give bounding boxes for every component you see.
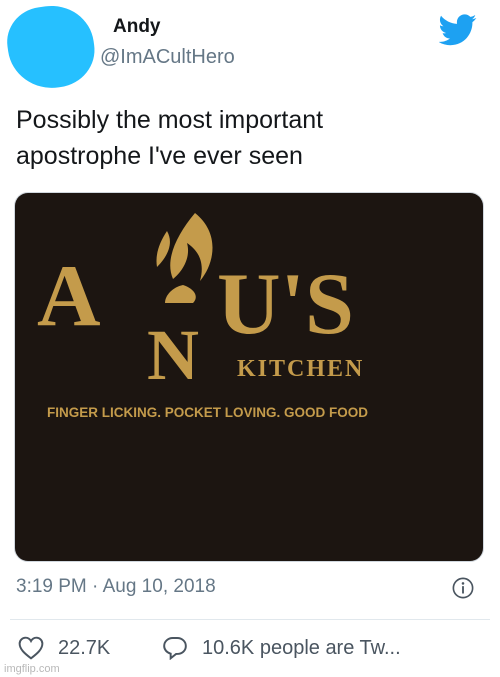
author-name[interactable]: Andy: [113, 16, 161, 38]
imgflip-watermark: imgflip.com: [4, 663, 60, 675]
sign-letters-us: U'S: [217, 256, 354, 353]
tweet-timestamp[interactable]: 3:19 PM · Aug 10, 2018: [16, 576, 216, 598]
like-count: 22.7K: [58, 636, 111, 659]
author-handle[interactable]: @ImACultHero: [100, 46, 235, 69]
sign-letter-a: A: [37, 248, 101, 345]
avatar[interactable]: [2, 0, 100, 94]
sign-letter-n: N: [147, 315, 199, 395]
speech-bubble-icon: [163, 637, 187, 660]
twitter-bird-icon: [439, 14, 477, 46]
info-icon[interactable]: [452, 577, 474, 599]
conversation-count: 10.6K people are Tw...: [202, 636, 401, 659]
tweet-line-2: apostrophe I've ever seen: [16, 142, 303, 170]
tweet-text: Possibly the most important apostrophe I…: [16, 102, 486, 174]
divider: [10, 619, 490, 620]
like-button[interactable]: 22.7K: [18, 636, 110, 660]
conversation-button[interactable]: 10.6K people are Tw...: [162, 636, 401, 660]
sign-tagline: FINGER LICKING. POCKET LOVING. GOOD FOOD: [47, 405, 368, 420]
heart-icon: [18, 636, 44, 660]
tweet-line-1: Possibly the most important: [16, 106, 324, 134]
sign-kitchen: KITCHEN: [237, 356, 364, 382]
restaurant-sign-photo: A N U'S KITCHEN FINGER LICKING. POCKET L…: [15, 193, 483, 561]
tweet-media-image[interactable]: A N U'S KITCHEN FINGER LICKING. POCKET L…: [14, 192, 484, 562]
